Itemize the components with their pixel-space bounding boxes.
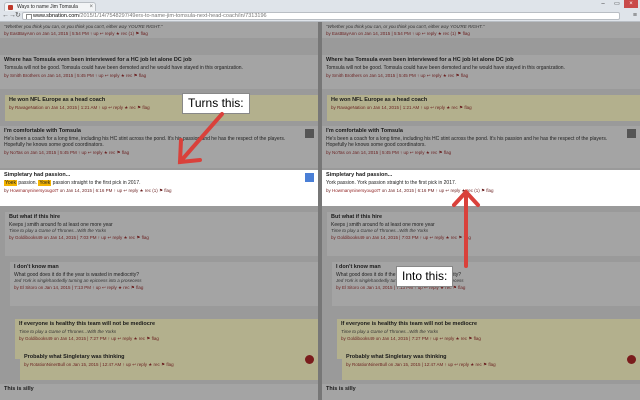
comment-title: Where has Tomsula even been interviewed …	[326, 57, 514, 63]
comment-card: I'm comfortable with Tomsula He's been a…	[322, 126, 640, 168]
comment-card: This is silly	[322, 384, 640, 400]
url-domain: www.sbnation.com	[33, 13, 79, 19]
reload-icon[interactable]: ↻	[15, 12, 21, 20]
comment-meta[interactable]: by Goldibooks49 on Jan 14, 2015 | 7:27 P…	[341, 336, 636, 342]
comment-quote: "Whether you think you can, or you think…	[4, 24, 163, 29]
comment-title: This is silly	[326, 386, 356, 392]
comment-signature: Time to play a Game of Thrones...With th…	[9, 228, 107, 233]
comment-title: This is silly	[4, 386, 34, 392]
comment-meta[interactable]: by Goldibooks49 on Jan 14, 2015 | 7:03 P…	[9, 235, 314, 241]
comment-meta[interactable]: by NoTas on Jan 14, 2015 | 5:45 PM ↑ up …	[326, 150, 636, 156]
comment-title: If everyone is healthy this team will no…	[341, 321, 478, 327]
comment-meta[interactable]: by NoTas on Jan 14, 2015 | 5:45 PM ↑ up …	[4, 150, 314, 156]
comment-title: Probably what Singletary was thinking	[24, 354, 125, 360]
comment-title: He won NFL Europe as a head coach	[331, 97, 428, 103]
comment-card: This is silly	[0, 384, 318, 400]
comment-card: Probably what Singletary was thinking by…	[20, 352, 318, 380]
comment-card: He won NFL Europe as a head coach by Rav…	[5, 95, 318, 121]
comment-meta[interactable]: by RavageNation on Jan 14, 2015 | 1:21 A…	[9, 105, 314, 111]
comment-meta[interactable]: by EastBayAnn on Jan 14, 2015 | 5:54 PM …	[4, 31, 314, 37]
comment-title: Where has Tomsula even been interviewed …	[4, 57, 192, 63]
close-window-button[interactable]: ×	[624, 0, 638, 8]
highlighted-word: Yoek	[38, 180, 52, 186]
comment-title: But what if this hire	[331, 214, 383, 220]
comment-card: I'm comfortable with Tomsula He's been a…	[0, 126, 318, 168]
comment-card-focused: Simpletary had passion... York passion. …	[322, 170, 640, 206]
comment-card: But what if this hire Keeps j smith arou…	[5, 212, 318, 256]
comment-signature: Time to play a Game of Thrones...With th…	[19, 329, 117, 334]
comment-body: Tomsula will not be good. Tomsula could …	[326, 65, 565, 71]
comment-quote: "Whether you think you can, or you think…	[326, 24, 485, 29]
comment-card: He won NFL Europe as a head coach by Rav…	[327, 95, 640, 121]
comment-meta[interactable]: by HowmanyninersyougotT on Jan 14, 2015 …	[326, 188, 636, 194]
comment-body: Tomsula will not be good. Tomsula could …	[4, 65, 243, 71]
callout-into-this: Into this:	[396, 266, 454, 287]
menu-icon[interactable]: ≡	[633, 12, 637, 20]
comment-title: But what if this hire	[9, 214, 61, 220]
comment-card-focused: Simpletary had passion... Yoek passion. …	[0, 170, 318, 206]
comment-title: I don't know man	[14, 264, 59, 270]
comment-body: He's been a coach for a long time, inclu…	[4, 136, 286, 148]
callout-turns-this: Turns this:	[182, 93, 250, 114]
comment-meta[interactable]: by RotationNinerBull on Jan 15, 2015 | 1…	[24, 362, 314, 368]
avatar	[305, 355, 314, 364]
comment-title: I'm comfortable with Tomsula	[326, 128, 403, 134]
comment-card: "Whether you think you can, or you think…	[0, 22, 318, 38]
comment-signature: Jed York is singlehandedly turning an ep…	[336, 278, 464, 283]
window-controls: – ▭ ×	[596, 0, 638, 9]
comment-meta[interactable]: by EastBayAnn on Jan 14, 2015 | 5:54 PM …	[326, 31, 636, 37]
avatar	[305, 129, 314, 138]
comment-card: But what if this hire Keeps j smith arou…	[327, 212, 640, 256]
comment-card: Where has Tomsula even been interviewed …	[0, 55, 318, 89]
comment-title: I'm comfortable with Tomsula	[4, 128, 81, 134]
comment-body: He's been a coach for a long time, inclu…	[326, 136, 608, 148]
comment-signature: Time to play a Game of Thrones...With th…	[341, 329, 439, 334]
back-icon[interactable]: ←	[2, 12, 9, 20]
comment-meta[interactable]: by Smith Brothers on Jan 14, 2015 | 5:45…	[326, 73, 636, 79]
avatar	[627, 129, 636, 138]
comment-title: Simpletary had passion...	[326, 172, 393, 178]
address-bar[interactable]: www.sbnation.com/2015/1/14/7548297/49ers…	[22, 12, 620, 20]
tab-title: Ways to name Jim Tomsula	[17, 4, 78, 10]
favicon-icon	[8, 5, 13, 10]
comment-title: Probably what Singletary was thinking	[346, 354, 447, 360]
avatar	[627, 355, 636, 364]
comment-meta[interactable]: by El Sitoro on Jan 14, 2015 | 7:13 PM ↑…	[14, 285, 314, 291]
comment-body: York passion. York passion straight to t…	[326, 180, 457, 186]
comment-signature: Time to play a Game of Thrones...With th…	[331, 228, 429, 233]
browser-chrome: Ways to name Jim Tomsula × – ▭ × ← → ↻ w…	[0, 0, 640, 22]
comment-meta[interactable]: by Goldibooks49 on Jan 14, 2015 | 7:03 P…	[331, 235, 636, 241]
comment-card: I don't know man What good does it do if…	[332, 262, 640, 306]
comment-card: "Whether you think you can, or you think…	[322, 22, 640, 38]
comment-title: He won NFL Europe as a head coach	[9, 97, 106, 103]
comment-title: I don't know man	[336, 264, 381, 270]
comment-signature: Jed York is singlehandedly turning an ep…	[14, 278, 142, 283]
page-icon	[26, 14, 32, 19]
comment-meta[interactable]: by Smith Brothers on Jan 14, 2015 | 5:45…	[4, 73, 314, 79]
comment-meta[interactable]: by RavageNation on Jan 14, 2015 | 1:21 A…	[331, 105, 636, 111]
highlighted-word: Yoek	[4, 180, 17, 186]
comments-before: "Whether you think you can, or you think…	[0, 22, 318, 400]
comment-author[interactable]: HowmanyninersyougotT	[10, 188, 58, 193]
tab-close-icon[interactable]: ×	[89, 3, 93, 11]
browser-tab[interactable]: Ways to name Jim Tomsula ×	[4, 2, 96, 11]
navigation-bar: ← → ↻ www.sbnation.com/2015/1/14/7548297…	[0, 11, 640, 21]
comment-card: Where has Tomsula even been interviewed …	[322, 55, 640, 89]
comment-meta[interactable]: by HowmanyninersyougotT on Jan 14, 2015 …	[4, 188, 314, 194]
url-path: /2015/1/14/7548297/49ers-to-name-jim-tom…	[78, 13, 267, 19]
minimize-button[interactable]: –	[596, 0, 610, 8]
comments-after: "Whether you think you can, or you think…	[322, 22, 640, 400]
comment-meta[interactable]: by Goldibooks49 on Jan 14, 2015 | 7:27 P…	[19, 336, 314, 342]
comment-title: Simpletary had passion...	[4, 172, 71, 178]
avatar	[305, 173, 314, 182]
comment-card: I don't know man What good does it do if…	[10, 262, 318, 306]
comment-meta[interactable]: by RotationNinerBull on Jan 15, 2015 | 1…	[346, 362, 636, 368]
comment-title: If everyone is healthy this team will no…	[19, 321, 156, 327]
comment-card: Probably what Singletary was thinking by…	[342, 352, 640, 380]
maximize-button[interactable]: ▭	[610, 0, 624, 8]
comment-body: Yoek passion. Yoek passion straight to t…	[4, 180, 141, 186]
comment-meta[interactable]: by El Sitoro on Jan 14, 2015 | 7:13 PM ↑…	[336, 285, 636, 291]
comment-author[interactable]: HowmanyninersyougotT	[332, 188, 380, 193]
